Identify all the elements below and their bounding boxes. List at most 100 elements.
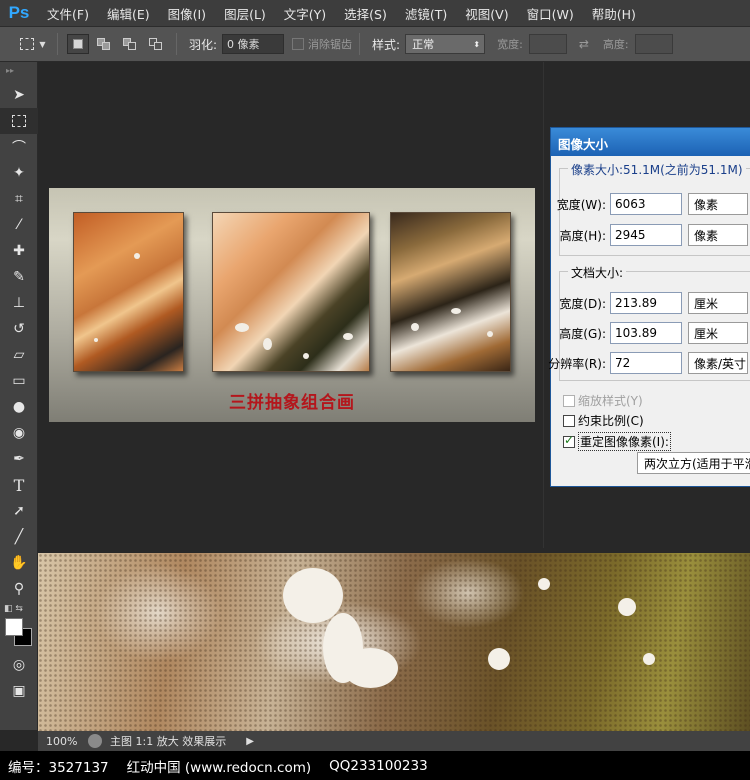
zoom-tool[interactable]: ⚲: [0, 576, 38, 602]
pixel-height-input[interactable]: 2945: [610, 224, 682, 246]
resolution-input[interactable]: 72: [610, 352, 682, 374]
type-tool[interactable]: T: [0, 472, 38, 498]
add-selection-button[interactable]: [93, 34, 115, 54]
stamp-icon: ⊥: [12, 295, 26, 311]
menu-edit[interactable]: 编辑(E): [98, 4, 159, 23]
dialog-title: 图像大小: [551, 128, 750, 156]
menu-type[interactable]: 文字(Y): [275, 4, 335, 23]
feather-input[interactable]: 0 像素: [222, 34, 285, 54]
menu-help[interactable]: 帮助(H): [583, 4, 645, 23]
doc-height-unit-select[interactable]: 厘米: [688, 322, 748, 344]
hand-tool[interactable]: ✋: [0, 550, 38, 576]
subtract-selection-button[interactable]: [119, 34, 141, 54]
droplet-icon: ●: [12, 399, 26, 415]
brush-tool[interactable]: ✎: [0, 264, 38, 290]
style-select[interactable]: 正常 ⬍: [405, 34, 486, 54]
doc-height-label: 高度(G):: [559, 326, 606, 341]
pixel-dimensions-group: 像素大小:51.1M(之前为51.1M) 宽度(W): 6063 像素 高度(H…: [557, 161, 750, 256]
default-colors-icon[interactable]: ◧ ⇆: [4, 604, 23, 614]
dodge-tool[interactable]: ◉: [0, 420, 38, 446]
swap-icon[interactable]: ⇄: [579, 37, 589, 51]
screen-mode-icon: ▣: [12, 683, 26, 699]
eyedropper-icon: ⁄: [17, 217, 21, 233]
eraser-tool[interactable]: ▱: [0, 342, 38, 368]
width-input[interactable]: [528, 34, 567, 54]
scale-styles-option[interactable]: 缩放样式(Y): [563, 392, 643, 409]
resample-checkbox[interactable]: [563, 433, 575, 448]
foreground-color[interactable]: [5, 618, 23, 636]
pen-icon: ✒: [13, 451, 25, 467]
doc-height-input[interactable]: 103.89: [610, 322, 682, 344]
resample-method-select[interactable]: 两次立方(适用于平滑渐变): [637, 452, 750, 474]
subtract-selection-icon: [123, 38, 137, 50]
menu-select[interactable]: 选择(S): [335, 4, 396, 23]
document-info-icon[interactable]: [88, 734, 102, 748]
rectangular-marquee-icon: [20, 38, 35, 50]
healing-brush-tool[interactable]: ✚: [0, 238, 38, 264]
intersect-selection-button[interactable]: [145, 34, 167, 54]
antialias-checkbox[interactable]: [292, 38, 305, 50]
painting-panel-left: [73, 212, 184, 372]
line-tool[interactable]: ╱: [0, 524, 38, 550]
screen-mode-button[interactable]: ▣: [0, 678, 38, 704]
path-selection-tool[interactable]: ➚: [0, 498, 38, 524]
eraser-icon: ▱: [13, 347, 25, 363]
menu-image[interactable]: 图像(I): [159, 4, 215, 23]
divider: [176, 33, 177, 55]
menu-view[interactable]: 视图(V): [456, 4, 517, 23]
width-label: 宽度:: [497, 38, 523, 51]
tools-panel: ▸▸ ➤ ⌒ ✦ ⌗ ⁄ ✚ ✎ ⊥ ↺ ▱ ▭ ● ◉ ✒ T ➚ ╱ ✋ ⚲…: [0, 62, 38, 730]
doc-width-input[interactable]: 213.89: [610, 292, 682, 314]
menu-window[interactable]: 窗口(W): [518, 4, 583, 23]
bandage-icon: ✚: [13, 243, 25, 259]
height-input[interactable]: [634, 34, 673, 54]
clone-stamp-tool[interactable]: ⊥: [0, 290, 38, 316]
crop-tool[interactable]: ⌗: [0, 186, 38, 212]
menu-filter[interactable]: 滤镜(T): [396, 4, 456, 23]
menu-layer[interactable]: 图层(L): [215, 4, 275, 23]
document-size-group: 文档大小: 宽度(D): 213.89 厘米 高度(G): 103.89 厘米 …: [548, 264, 750, 381]
scale-styles-checkbox[interactable]: [563, 394, 575, 407]
blur-tool[interactable]: ●: [0, 394, 38, 420]
image-size-dialog: 图像大小 像素大小:51.1M(之前为51.1M) 宽度(W): 6063 像素…: [548, 127, 750, 487]
canvas-texture: [38, 553, 750, 731]
options-bar: ▼ 羽化: 0 像素 消除锯齿 样式: 正常 ⬍ 宽度: ⇄ 高度:: [0, 26, 750, 62]
history-brush-icon: ↺: [13, 321, 25, 337]
magnifier-icon: ⚲: [13, 581, 25, 597]
chevron-down-icon: ▼: [39, 39, 46, 49]
lasso-icon: ⌒: [12, 140, 26, 156]
painting-panel-center: [212, 212, 370, 372]
constrain-proportions-checkbox[interactable]: [563, 414, 575, 427]
new-selection-button[interactable]: [67, 34, 89, 54]
move-tool[interactable]: ➤: [0, 82, 38, 108]
divider: [57, 33, 58, 55]
zoom-level[interactable]: 100%: [38, 735, 86, 748]
status-menu-arrow-icon[interactable]: ▶: [246, 736, 254, 747]
eyedropper-tool[interactable]: ⁄: [0, 212, 38, 238]
intersect-selection-icon: [149, 38, 163, 50]
constrain-proportions-option[interactable]: 约束比例(C): [563, 412, 644, 429]
marquee-tool[interactable]: [0, 108, 38, 134]
tool-preset-picker[interactable]: ▼: [16, 30, 50, 58]
lasso-tool[interactable]: ⌒: [0, 134, 38, 160]
pixel-dimensions-title: 像素大小:51.1M(之前为51.1M): [568, 161, 746, 178]
pixel-width-unit-select[interactable]: 像素: [688, 193, 748, 215]
panel-grip-icon[interactable]: ▸▸: [0, 62, 37, 82]
pixel-width-input[interactable]: 6063: [610, 193, 682, 215]
quick-mask-button[interactable]: ◎: [0, 652, 38, 678]
resolution-unit-select[interactable]: 像素/英寸: [688, 352, 748, 374]
doc-width-unit-select[interactable]: 厘米: [688, 292, 748, 314]
resample-option[interactable]: 重定图像像素(I):: [563, 432, 671, 451]
crop-icon: ⌗: [15, 191, 23, 207]
pixel-height-unit-select[interactable]: 像素: [688, 224, 748, 246]
quick-mask-icon: ◎: [12, 657, 26, 673]
arrow-icon: ➚: [13, 503, 25, 519]
scale-styles-label: 缩放样式(Y): [578, 394, 643, 408]
resample-label: 重定图像像素(I):: [578, 432, 671, 451]
gradient-tool[interactable]: ▭: [0, 368, 38, 394]
history-brush-tool[interactable]: ↺: [0, 316, 38, 342]
constrain-proportions-label: 约束比例(C): [578, 414, 644, 428]
menu-file[interactable]: 文件(F): [38, 4, 98, 23]
pen-tool[interactable]: ✒: [0, 446, 38, 472]
magic-wand-tool[interactable]: ✦: [0, 160, 38, 186]
